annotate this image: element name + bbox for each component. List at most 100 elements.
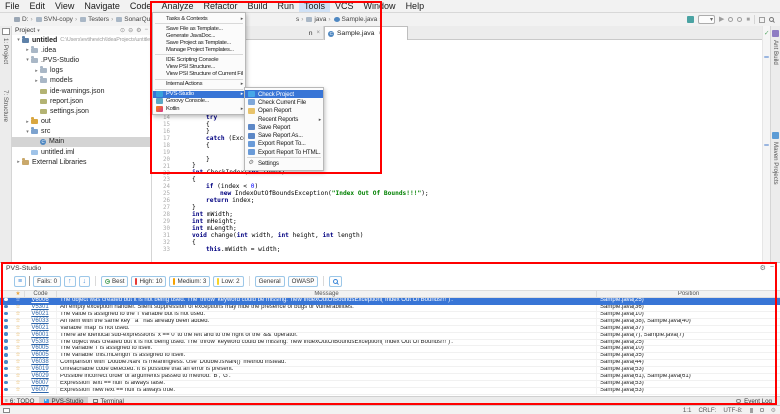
favorite-star-icon[interactable]: [12, 305, 24, 311]
code-column-header[interactable]: Code: [24, 291, 56, 297]
diagnostic-code-link[interactable]: V6029: [31, 373, 48, 379]
run-configurations-combo[interactable]: [697, 15, 715, 24]
submenu-item[interactable]: Export Report To...: [245, 140, 323, 148]
menu-bar-item[interactable]: Edit: [25, 0, 51, 12]
diagnostic-code-link[interactable]: V6005: [31, 352, 48, 358]
tree-item[interactable]: ▸ models: [12, 76, 151, 86]
table-row[interactable]: V6005 The variable 'i' is assigned to it…: [0, 345, 780, 354]
owasp-button[interactable]: OWASP: [287, 275, 319, 287]
tree-item[interactable]: ▾ src: [12, 127, 151, 137]
editor-gutter[interactable]: 14 15 16 17 18 19 20 21 22 23 24 25 26 27 28 29 30 31 32 33: [152, 115, 170, 254]
sidebar-item-project[interactable]: 1: Project: [2, 38, 9, 64]
menu-bar-item[interactable]: Build: [242, 0, 272, 12]
submenu-item[interactable]: Check Current File: [245, 98, 323, 106]
favorite-star-icon[interactable]: [12, 312, 24, 318]
fails-button[interactable]: Fails: 0: [33, 275, 62, 287]
breadcrumb-item[interactable]: java: [306, 16, 332, 23]
submenu-item[interactable]: Open Report: [245, 107, 323, 115]
diagnostic-code-link[interactable]: V5303: [31, 339, 48, 345]
bookmark-icon[interactable]: [749, 407, 753, 413]
stop-icon[interactable]: ■: [746, 17, 750, 23]
tree-item[interactable]: settings.json: [12, 106, 151, 116]
gear-icon[interactable]: [771, 407, 776, 414]
coverage-circle-icon[interactable]: [737, 17, 743, 22]
close-icon[interactable]: [378, 31, 382, 37]
file-encoding[interactable]: UTF-8:: [723, 407, 742, 414]
next-button[interactable]: ↓: [78, 275, 91, 287]
table-row[interactable]: V6038 Comparison with 'Double.NaN' is me…: [0, 359, 780, 368]
menu-item[interactable]: View PSI Structure...: [153, 64, 245, 71]
search-icon[interactable]: [769, 17, 774, 22]
tree-item[interactable]: ▾ untitled C:\Users\evtihevich\IdeaProje…: [12, 35, 151, 45]
diagnostic-code-link[interactable]: V6033: [31, 318, 48, 324]
tree-expand-icon[interactable]: ▸: [33, 68, 40, 74]
tree-expand-icon[interactable]: ▸: [24, 47, 31, 53]
table-row[interactable]: V6006 The object was created but it is n…: [0, 298, 780, 305]
tab-hidden[interactable]: n: [290, 26, 324, 40]
tab-sample-java[interactable]: Sample.java: [324, 26, 408, 40]
menu-bar-item[interactable]: VCS: [330, 0, 359, 12]
menu-bar-item[interactable]: View: [50, 0, 79, 12]
gear-icon[interactable]: ⚙: [136, 27, 141, 34]
breadcrumb-item[interactable]: SVN-copy: [35, 16, 79, 23]
tree-item[interactable]: ▸ .idea: [12, 45, 151, 55]
favorite-star-icon[interactable]: [12, 333, 24, 339]
submenu-item[interactable]: Save Report As...: [245, 131, 323, 139]
high-button[interactable]: High: 10: [131, 275, 167, 287]
table-row[interactable]: V6001 There are identical sub-expression…: [0, 332, 780, 340]
filter-button[interactable]: ≡: [14, 275, 27, 287]
table-row[interactable]: V6007 Expression 'newText == null' is al…: [0, 387, 780, 395]
hide-icon[interactable]: −: [144, 27, 148, 34]
breadcrumb-item[interactable]: Sample.java: [333, 16, 384, 23]
toolwindow-toggle-icon[interactable]: [3, 407, 10, 413]
low-button[interactable]: Low: 2: [213, 275, 244, 287]
diagnostic-code-link[interactable]: V6019: [31, 366, 48, 372]
tree-expand-icon[interactable]: ▸: [24, 119, 31, 125]
tree-expand-icon[interactable]: ▸: [15, 159, 22, 165]
hide-panel-icon[interactable]: −: [770, 264, 774, 272]
menu-item[interactable]: Manage Project Templates...: [153, 46, 245, 53]
tree-expand-icon[interactable]: ▾: [15, 37, 22, 43]
diagnostic-code-link[interactable]: V5301: [31, 304, 48, 310]
table-row[interactable]: V6005 The variable 'this.mLength' is ass…: [0, 352, 780, 361]
diagnostic-code-link[interactable]: V6038: [31, 359, 48, 365]
diagnostic-code-link[interactable]: V6001: [31, 332, 48, 338]
breadcrumb-item[interactable]: Testers: [80, 16, 115, 23]
menu-item[interactable]: PVS-Studio: [153, 90, 245, 98]
locate-icon[interactable]: ⊙: [120, 27, 125, 34]
diagnostic-code-link[interactable]: V6021: [31, 311, 48, 317]
prev-button[interactable]: ↑: [64, 275, 76, 287]
breadcrumb-item[interactable]: D:: [14, 16, 35, 23]
table-row[interactable]: V6021 Variable 'map' is not used. Sample…: [0, 325, 780, 333]
menu-bar-item[interactable]: Run: [273, 0, 300, 12]
tree-item[interactable]: untitled.iml: [12, 147, 151, 157]
tree-item[interactable]: ide-warnings.json: [12, 86, 151, 96]
tree-expand-icon[interactable]: ▸: [33, 78, 40, 84]
collapse-all-icon[interactable]: ⊖: [128, 27, 133, 34]
menu-bar-item[interactable]: Refactor: [198, 0, 242, 12]
tree-item[interactable]: ▸ External Libraries: [12, 157, 151, 167]
caret-position[interactable]: 1:1: [683, 407, 692, 414]
best-button[interactable]: Best: [101, 275, 129, 287]
table-row[interactable]: V5303 The object was created but it is n…: [0, 339, 780, 347]
tree-item[interactable]: ▸ logs: [12, 66, 151, 76]
menu-item[interactable]: Generate JavaDoc...: [153, 32, 245, 39]
menu-item[interactable]: Internal Actions: [153, 81, 245, 88]
menu-bar-item[interactable]: Window: [359, 0, 401, 12]
table-row[interactable]: V6007 Expression 'text == null' is alway…: [0, 380, 780, 388]
submenu-item[interactable]: Export Report To HTML...: [245, 148, 323, 156]
sidebar-item-ant-build[interactable]: Ant Build: [772, 40, 779, 65]
menu-bar-item[interactable]: Navigate: [79, 0, 125, 12]
tab-todo[interactable]: ≡ 6: TODO: [0, 397, 39, 405]
diagnostic-code-link[interactable]: V6005: [31, 345, 48, 351]
tree-item[interactable]: ▾ .PVS-Studio: [12, 55, 151, 65]
submenu-item[interactable]: Settings: [245, 159, 323, 167]
message-column-header[interactable]: Message: [56, 291, 596, 297]
table-row[interactable]: V6033 An item with the same key '"a"' ha…: [0, 318, 780, 326]
menu-item[interactable]: Kotlin: [153, 105, 245, 112]
menu-item[interactable]: Save File as Template...: [153, 25, 245, 32]
menu-item[interactable]: IDE Scripting Console: [153, 56, 245, 63]
diagnostic-code-link[interactable]: V6006: [31, 298, 48, 303]
editor-scrollbar[interactable]: ✓: [762, 26, 770, 262]
submenu-item[interactable]: Recent Reports: [245, 115, 323, 123]
